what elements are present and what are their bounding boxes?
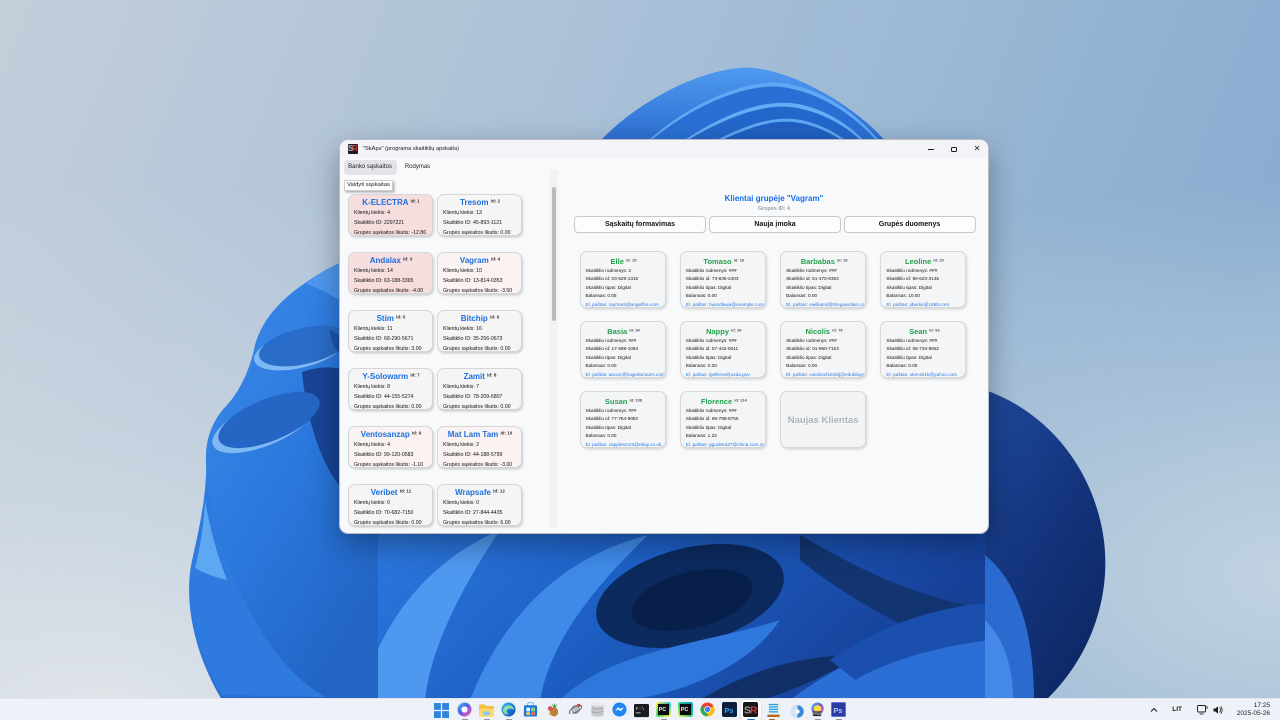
svg-text:R: R <box>750 705 758 716</box>
svg-text:PC: PC <box>681 707 689 713</box>
svg-text:PR24: PR24 <box>813 712 821 716</box>
svg-text:Ps: Ps <box>833 706 842 715</box>
svg-text:PC: PC <box>659 707 667 713</box>
svg-text:Ps: Ps <box>724 706 733 715</box>
svg-text:F:\: F:\ <box>636 706 645 712</box>
